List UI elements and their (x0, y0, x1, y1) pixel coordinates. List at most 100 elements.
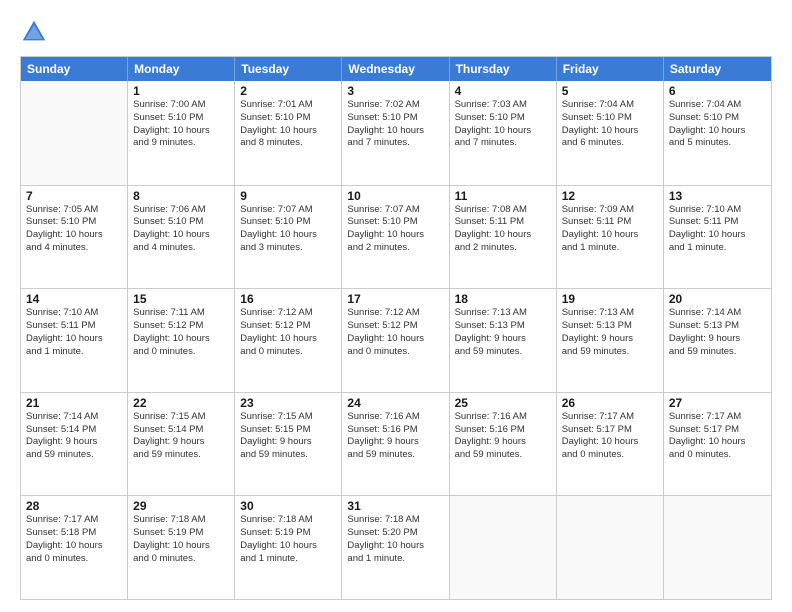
day-number: 18 (455, 292, 551, 306)
day-cell: 13Sunrise: 7:10 AM Sunset: 5:11 PM Dayli… (664, 186, 771, 289)
day-number: 27 (669, 396, 766, 410)
calendar: Sunday Monday Tuesday Wednesday Thursday… (20, 56, 772, 600)
day-cell: 7Sunrise: 7:05 AM Sunset: 5:10 PM Daylig… (21, 186, 128, 289)
page: Sunday Monday Tuesday Wednesday Thursday… (0, 0, 792, 612)
day-info: Sunrise: 7:04 AM Sunset: 5:10 PM Dayligh… (562, 99, 658, 150)
day-cell: 29Sunrise: 7:18 AM Sunset: 5:19 PM Dayli… (128, 496, 235, 599)
day-number: 31 (347, 499, 443, 513)
day-number: 22 (133, 396, 229, 410)
day-info: Sunrise: 7:18 AM Sunset: 5:19 PM Dayligh… (240, 514, 336, 565)
day-number: 11 (455, 189, 551, 203)
day-info: Sunrise: 7:17 AM Sunset: 5:17 PM Dayligh… (562, 411, 658, 462)
day-number: 7 (26, 189, 122, 203)
day-cell: 2Sunrise: 7:01 AM Sunset: 5:10 PM Daylig… (235, 81, 342, 185)
calendar-header: Sunday Monday Tuesday Wednesday Thursday… (21, 57, 771, 81)
day-cell: 19Sunrise: 7:13 AM Sunset: 5:13 PM Dayli… (557, 289, 664, 392)
day-number: 15 (133, 292, 229, 306)
day-number: 2 (240, 84, 336, 98)
logo (20, 18, 52, 46)
day-cell: 22Sunrise: 7:15 AM Sunset: 5:14 PM Dayli… (128, 393, 235, 496)
week-row-3: 14Sunrise: 7:10 AM Sunset: 5:11 PM Dayli… (21, 288, 771, 392)
day-number: 13 (669, 189, 766, 203)
day-info: Sunrise: 7:15 AM Sunset: 5:15 PM Dayligh… (240, 411, 336, 462)
header-sunday: Sunday (21, 57, 128, 81)
day-number: 24 (347, 396, 443, 410)
day-cell: 3Sunrise: 7:02 AM Sunset: 5:10 PM Daylig… (342, 81, 449, 185)
day-info: Sunrise: 7:12 AM Sunset: 5:12 PM Dayligh… (240, 307, 336, 358)
header-friday: Friday (557, 57, 664, 81)
day-number: 28 (26, 499, 122, 513)
day-number: 9 (240, 189, 336, 203)
week-row-4: 21Sunrise: 7:14 AM Sunset: 5:14 PM Dayli… (21, 392, 771, 496)
day-info: Sunrise: 7:18 AM Sunset: 5:20 PM Dayligh… (347, 514, 443, 565)
day-cell: 12Sunrise: 7:09 AM Sunset: 5:11 PM Dayli… (557, 186, 664, 289)
day-info: Sunrise: 7:04 AM Sunset: 5:10 PM Dayligh… (669, 99, 766, 150)
day-number: 26 (562, 396, 658, 410)
day-number: 8 (133, 189, 229, 203)
day-number: 14 (26, 292, 122, 306)
day-cell: 9Sunrise: 7:07 AM Sunset: 5:10 PM Daylig… (235, 186, 342, 289)
header-monday: Monday (128, 57, 235, 81)
day-cell (450, 496, 557, 599)
day-cell: 24Sunrise: 7:16 AM Sunset: 5:16 PM Dayli… (342, 393, 449, 496)
week-row-1: 1Sunrise: 7:00 AM Sunset: 5:10 PM Daylig… (21, 81, 771, 185)
day-info: Sunrise: 7:14 AM Sunset: 5:14 PM Dayligh… (26, 411, 122, 462)
day-info: Sunrise: 7:10 AM Sunset: 5:11 PM Dayligh… (669, 204, 766, 255)
day-info: Sunrise: 7:16 AM Sunset: 5:16 PM Dayligh… (455, 411, 551, 462)
day-info: Sunrise: 7:18 AM Sunset: 5:19 PM Dayligh… (133, 514, 229, 565)
header (20, 18, 772, 46)
day-cell: 30Sunrise: 7:18 AM Sunset: 5:19 PM Dayli… (235, 496, 342, 599)
header-wednesday: Wednesday (342, 57, 449, 81)
day-info: Sunrise: 7:01 AM Sunset: 5:10 PM Dayligh… (240, 99, 336, 150)
header-thursday: Thursday (450, 57, 557, 81)
day-info: Sunrise: 7:11 AM Sunset: 5:12 PM Dayligh… (133, 307, 229, 358)
day-cell: 26Sunrise: 7:17 AM Sunset: 5:17 PM Dayli… (557, 393, 664, 496)
day-info: Sunrise: 7:03 AM Sunset: 5:10 PM Dayligh… (455, 99, 551, 150)
day-info: Sunrise: 7:10 AM Sunset: 5:11 PM Dayligh… (26, 307, 122, 358)
day-number: 5 (562, 84, 658, 98)
header-saturday: Saturday (664, 57, 771, 81)
day-info: Sunrise: 7:00 AM Sunset: 5:10 PM Dayligh… (133, 99, 229, 150)
day-info: Sunrise: 7:17 AM Sunset: 5:17 PM Dayligh… (669, 411, 766, 462)
day-cell: 31Sunrise: 7:18 AM Sunset: 5:20 PM Dayli… (342, 496, 449, 599)
day-number: 25 (455, 396, 551, 410)
day-info: Sunrise: 7:09 AM Sunset: 5:11 PM Dayligh… (562, 204, 658, 255)
day-number: 1 (133, 84, 229, 98)
day-number: 10 (347, 189, 443, 203)
day-info: Sunrise: 7:13 AM Sunset: 5:13 PM Dayligh… (562, 307, 658, 358)
day-cell: 6Sunrise: 7:04 AM Sunset: 5:10 PM Daylig… (664, 81, 771, 185)
day-number: 21 (26, 396, 122, 410)
day-cell (557, 496, 664, 599)
day-cell: 21Sunrise: 7:14 AM Sunset: 5:14 PM Dayli… (21, 393, 128, 496)
day-info: Sunrise: 7:16 AM Sunset: 5:16 PM Dayligh… (347, 411, 443, 462)
day-number: 17 (347, 292, 443, 306)
day-cell: 16Sunrise: 7:12 AM Sunset: 5:12 PM Dayli… (235, 289, 342, 392)
header-tuesday: Tuesday (235, 57, 342, 81)
calendar-body: 1Sunrise: 7:00 AM Sunset: 5:10 PM Daylig… (21, 81, 771, 599)
day-info: Sunrise: 7:14 AM Sunset: 5:13 PM Dayligh… (669, 307, 766, 358)
day-number: 12 (562, 189, 658, 203)
day-info: Sunrise: 7:12 AM Sunset: 5:12 PM Dayligh… (347, 307, 443, 358)
day-number: 23 (240, 396, 336, 410)
day-cell: 25Sunrise: 7:16 AM Sunset: 5:16 PM Dayli… (450, 393, 557, 496)
day-info: Sunrise: 7:08 AM Sunset: 5:11 PM Dayligh… (455, 204, 551, 255)
day-number: 6 (669, 84, 766, 98)
week-row-2: 7Sunrise: 7:05 AM Sunset: 5:10 PM Daylig… (21, 185, 771, 289)
day-number: 20 (669, 292, 766, 306)
day-info: Sunrise: 7:06 AM Sunset: 5:10 PM Dayligh… (133, 204, 229, 255)
week-row-5: 28Sunrise: 7:17 AM Sunset: 5:18 PM Dayli… (21, 495, 771, 599)
day-cell (21, 81, 128, 185)
day-cell: 17Sunrise: 7:12 AM Sunset: 5:12 PM Dayli… (342, 289, 449, 392)
day-cell: 28Sunrise: 7:17 AM Sunset: 5:18 PM Dayli… (21, 496, 128, 599)
day-cell: 10Sunrise: 7:07 AM Sunset: 5:10 PM Dayli… (342, 186, 449, 289)
day-cell: 8Sunrise: 7:06 AM Sunset: 5:10 PM Daylig… (128, 186, 235, 289)
day-cell: 14Sunrise: 7:10 AM Sunset: 5:11 PM Dayli… (21, 289, 128, 392)
day-cell: 11Sunrise: 7:08 AM Sunset: 5:11 PM Dayli… (450, 186, 557, 289)
day-info: Sunrise: 7:07 AM Sunset: 5:10 PM Dayligh… (347, 204, 443, 255)
day-info: Sunrise: 7:05 AM Sunset: 5:10 PM Dayligh… (26, 204, 122, 255)
day-number: 29 (133, 499, 229, 513)
day-number: 19 (562, 292, 658, 306)
day-cell: 18Sunrise: 7:13 AM Sunset: 5:13 PM Dayli… (450, 289, 557, 392)
day-number: 30 (240, 499, 336, 513)
day-number: 3 (347, 84, 443, 98)
